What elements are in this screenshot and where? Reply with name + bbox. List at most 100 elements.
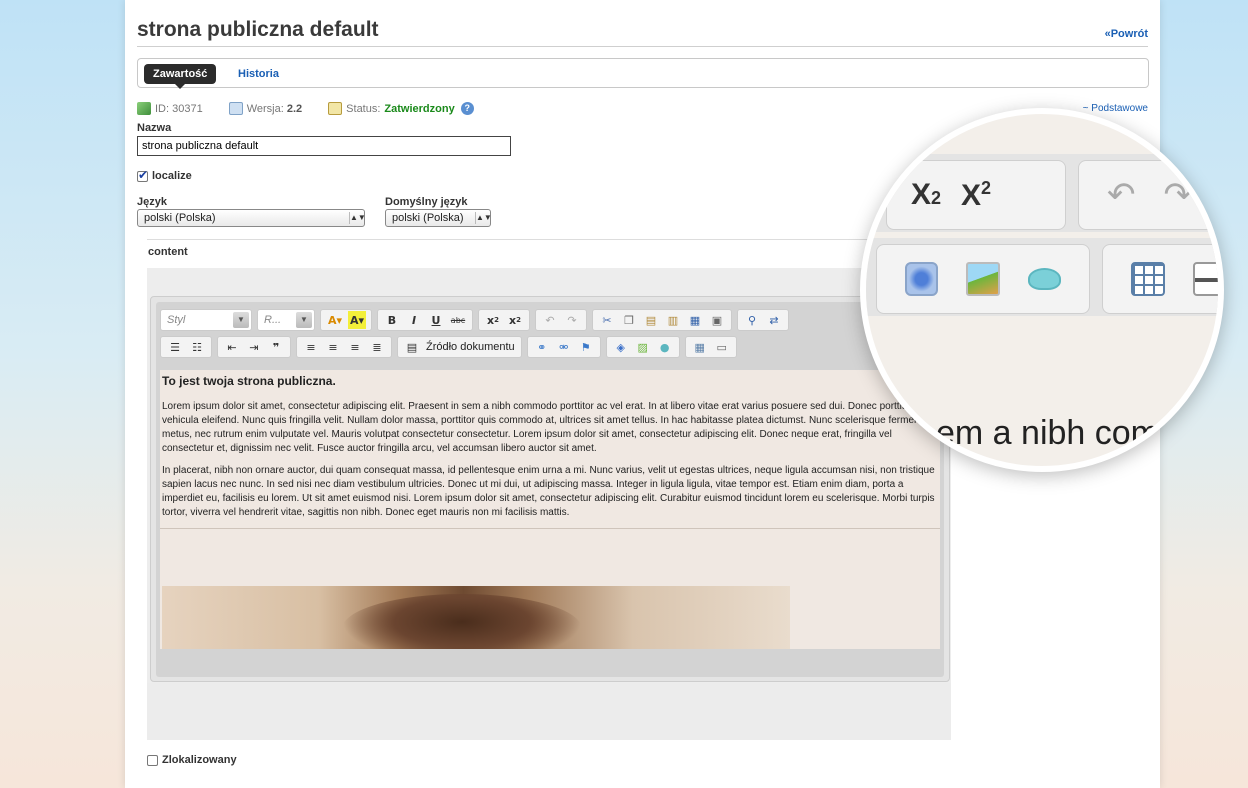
indent-icon[interactable]: ⇥ [245,338,263,356]
localized-label: Zlokalizowany [162,754,237,766]
align-group: ≡ ≡ ≡ ≣ [296,336,392,358]
justify-icon[interactable]: ≣ [368,338,386,356]
copy-icon[interactable]: ❐ [620,311,638,329]
align-center-icon[interactable]: ≡ [324,338,342,356]
zoom-smiley-icon [1027,268,1061,290]
link-icon[interactable]: ⚭ [533,338,551,356]
subscript-icon[interactable]: x2 [484,311,502,329]
chevron-down-icon: ▼ [233,312,249,328]
source-icon: ▤ [406,340,418,354]
content-label: content [148,246,188,258]
localize-checkbox[interactable] [137,168,148,182]
zoom-toolbar-row-1: X2 X2 ↶ ↷ [866,154,1218,232]
outdent-icon[interactable]: ⇤ [223,338,241,356]
meta-id: ID: 30371 [137,102,203,115]
zoom-superscript-icon: X2 [961,177,992,212]
basic-view-link[interactable]: ~ Podstawowe [1083,103,1148,114]
meta-status-label: Status: [346,102,381,115]
align-left-icon[interactable]: ≡ [302,338,320,356]
italic-icon[interactable]: I [405,311,423,329]
zoom-undo-group: ↶ ↷ [1078,160,1218,230]
paste-text-icon[interactable]: ▥ [664,311,682,329]
language-select[interactable]: polski (Polska) ▲▼ [137,209,366,227]
blockquote-icon[interactable]: ❞ [267,338,285,356]
zoom-horizontal-rule-icon [1193,262,1218,296]
title-divider [137,46,1148,47]
find-icon[interactable]: ⚲ [743,311,761,329]
meta-version-label: Wersja: [246,102,284,115]
basic-styles-group: B I U abc [377,309,473,331]
source-group: ▤ Źródło dokumentu [397,336,522,358]
toolbar-row-2: ☰ ☷ ⇤ ⇥ ❞ ≡ ≡ ≡ ≣ ▤ Źródło dokumentu ⚭ ⚮… [160,335,742,359]
default-language-label: Domyślny język [385,196,468,208]
style-combo[interactable]: Styl ▼ [160,309,252,331]
updown-arrow-icon: ▲▼ [475,212,492,224]
zoom-magnifier: X2 X2 ↶ ↷ em a nibh com [860,108,1224,472]
format-combo-label: R... [264,314,282,326]
zoom-script-group: X2 X2 [886,160,1066,230]
status-badge: Zatwierdzony [384,102,455,115]
zoom-table-icon [1131,262,1165,296]
default-language-select[interactable]: polski (Polska) ▲▼ [385,209,492,227]
tab-bar: Zawartość Historia [137,58,1149,89]
numbered-list-icon[interactable]: ☰ [166,338,184,356]
bold-icon[interactable]: B [383,311,401,329]
color-group: A▾ A▾ [320,309,372,331]
back-link[interactable]: «Powrót [1105,28,1148,40]
flash-icon[interactable]: ◈ [612,338,630,356]
horizontal-rule-icon[interactable]: ▭ [713,338,731,356]
meta-version: Wersja: 2.2 [228,102,303,115]
cut-icon[interactable]: ✂ [598,311,616,329]
tab-history[interactable]: Historia [238,64,279,84]
document-portrait-image[interactable] [162,586,790,649]
zoom-document-text: em a nibh com [936,414,1159,452]
zoom-undo-icon: ↶ [1107,175,1136,215]
select-all-icon[interactable]: ▣ [708,311,726,329]
undo-icon[interactable]: ↶ [541,311,559,329]
bg-color-icon[interactable]: A▾ [348,311,366,329]
document-icon [137,102,151,115]
zoom-insert-group [876,244,1090,314]
bulleted-list-icon[interactable]: ☷ [188,338,206,356]
default-language-select-value: polski (Polska) [392,212,464,224]
format-combo[interactable]: R... ▼ [257,309,315,331]
script-group: x2 x2 [478,309,530,331]
document-paragraph-1: Lorem ipsum dolor sit amet, consectetur … [162,401,937,454]
document-heading: To jest twoja strona publiczna. [162,374,336,388]
name-input[interactable] [137,136,511,156]
style-combo-label: Styl [167,314,186,326]
smiley-icon[interactable]: ● [656,338,674,356]
localized-checkbox-row[interactable]: Zlokalizowany [147,754,237,766]
align-right-icon[interactable]: ≡ [346,338,364,356]
image-icon[interactable]: ▨ [634,338,652,356]
localized-checkbox[interactable] [147,754,158,766]
help-icon[interactable]: ? [460,102,474,115]
redo-icon[interactable]: ↷ [563,311,581,329]
paste-word-icon[interactable]: ▦ [686,311,704,329]
text-color-icon[interactable]: A▾ [326,311,344,329]
zoom-table-group [1102,244,1218,314]
unlink-icon[interactable]: ⚮ [555,338,573,356]
source-button[interactable]: Źródło dokumentu [423,341,518,353]
paste-icon[interactable]: ▤ [642,311,660,329]
meta-version-value: 2.2 [286,102,303,115]
localize-checkbox-row[interactable]: localize [137,168,192,182]
clipboard-group: ✂ ❐ ▤ ▥ ▦ ▣ [592,309,732,331]
indent-group: ⇤ ⇥ ❞ [217,336,291,358]
replace-icon[interactable]: ⇄ [765,311,783,329]
underline-icon[interactable]: U [427,311,445,329]
table-icon[interactable]: ▦ [691,338,709,356]
strikethrough-icon[interactable]: abc [449,311,467,329]
tab-content[interactable]: Zawartość [144,64,217,89]
editor-toolbar-area: Styl ▼ R... ▼ A▾ A▾ B I U abc x 2 x 2 ↶ … [156,302,944,677]
zoom-redo-icon: ↷ [1163,175,1193,215]
editor-document[interactable]: To jest twoja strona publiczna. Lorem ip… [160,370,940,649]
chevron-down-icon: ▼ [296,312,312,328]
meta-id-label: ID: [155,102,170,115]
anchor-icon[interactable]: ⚑ [577,338,595,356]
document-paragraph-2: In placerat, nibh non ornare auctor, dui… [162,465,935,518]
superscript-icon[interactable]: x2 [506,311,524,329]
zoom-toolbar-row-2 [866,238,1218,316]
link-group: ⚭ ⚮ ⚑ [526,336,601,358]
toolbar-row-1: Styl ▼ R... ▼ A▾ A▾ B I U abc x 2 x 2 ↶ … [160,308,794,332]
